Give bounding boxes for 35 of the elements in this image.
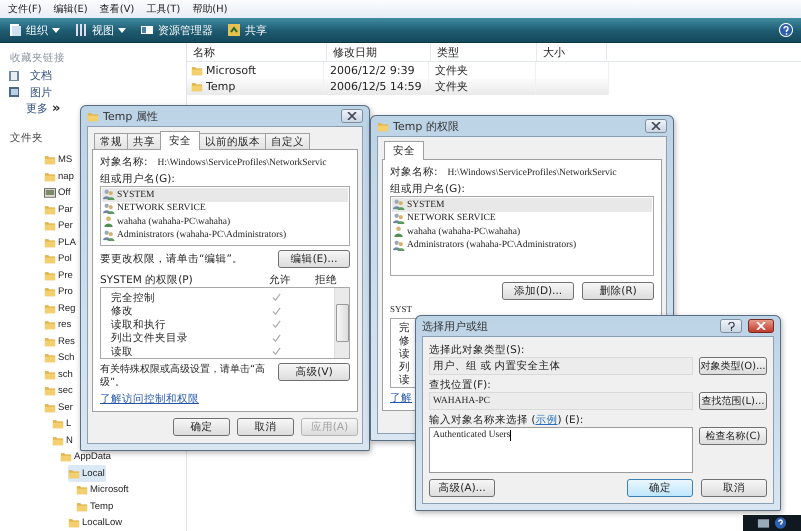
permission-name: 列出文件夹目录 bbox=[111, 331, 189, 346]
field-label: 选择此对象类型(S): bbox=[429, 343, 526, 357]
object-type-field: 用户、组 或 内置安全主体 bbox=[429, 357, 693, 375]
hint-text: 有关特殊权限或高级设置，请单击“高级”。 bbox=[100, 363, 266, 389]
field-label: 组或用户名(G): bbox=[100, 172, 176, 186]
file-name: Temp bbox=[187, 78, 324, 95]
folders-heading: 文件夹 bbox=[10, 131, 43, 146]
field-label: SYST bbox=[390, 304, 412, 316]
permission-name: 读 bbox=[399, 347, 410, 360]
favorites-heading: 收藏夹链接 bbox=[10, 51, 65, 66]
location-field: WAHAHA-PC bbox=[429, 392, 693, 410]
permission-name: 读取和执行 bbox=[111, 318, 167, 332]
dialog-title: Temp 的权限 bbox=[393, 118, 459, 134]
field-label: 输入对象名称来选择 (示例) (E): bbox=[429, 413, 584, 427]
field-label: 对象名称: bbox=[100, 155, 148, 169]
field-label: 组或用户名(G): bbox=[390, 182, 466, 196]
permission-name: 读取 bbox=[111, 344, 134, 358]
table-cell: 文件夹 bbox=[429, 78, 536, 95]
dialog-title: Temp 属性 bbox=[103, 108, 158, 124]
hint-text: 要更改权限，请单击“编辑”。 bbox=[100, 252, 243, 266]
permission-name: 修 bbox=[399, 334, 410, 347]
permission-name: 完 bbox=[399, 321, 410, 334]
field-label: 查找位置(F): bbox=[429, 378, 492, 392]
column-header: 允许 bbox=[268, 273, 292, 287]
permission-name: 完全控制 bbox=[111, 290, 156, 305]
field-label: SYSTEM 的权限(P) bbox=[100, 273, 194, 287]
object-path: H:\Windows\ServiceProfiles\NetworkServic bbox=[158, 158, 327, 168]
field-label: 对象名称: bbox=[390, 165, 438, 179]
object-path: H:\Windows\ServiceProfiles\NetworkServic bbox=[448, 168, 617, 178]
permission-name: 修改 bbox=[111, 304, 134, 318]
dialog-title: 选择用户或组 bbox=[422, 318, 488, 334]
permission-name: 列 bbox=[399, 360, 410, 373]
table-cell: 2006/12/5 14:59 bbox=[324, 78, 430, 95]
column-header: 拒绝 bbox=[314, 273, 338, 287]
permission-name: 读 bbox=[399, 373, 410, 386]
